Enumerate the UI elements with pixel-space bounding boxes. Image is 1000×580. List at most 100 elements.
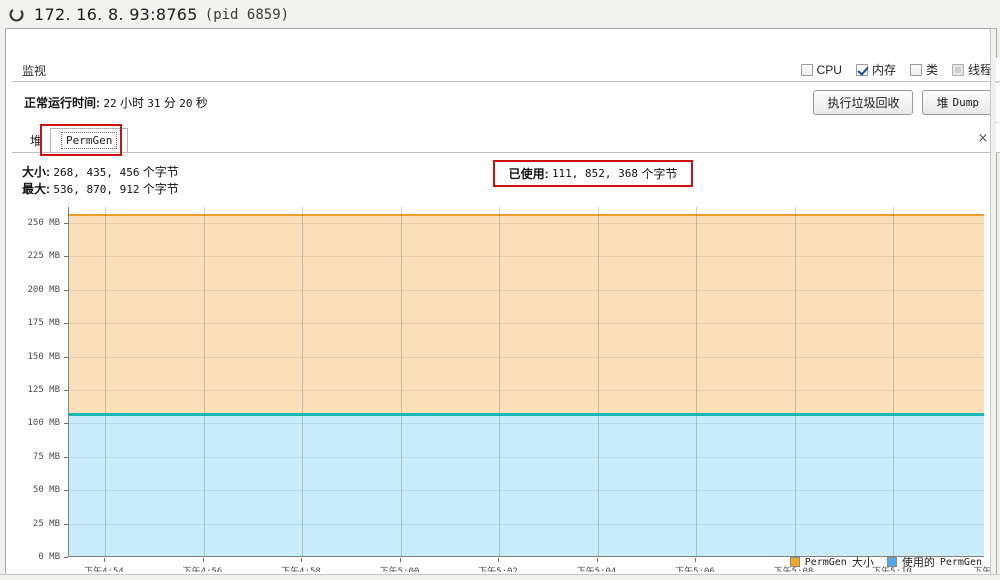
x-axis-tick-mark [498,558,499,562]
title-bar: 172. 16. 8. 93:8765 (pid 6859) [0,0,1000,29]
heap-dump-button[interactable]: 堆 Dump [922,90,993,115]
gridline-horizontal [69,323,984,325]
panel-right-edge [990,29,996,575]
stat-max-label: 最大: [22,182,50,196]
y-axis-tick-mark [64,223,68,225]
action-button-group: 执行垃圾回收 堆 Dump [813,90,993,115]
y-axis-tick-label: 150 MB [27,351,60,362]
memory-chart: 0 MB 25 MB 50 MB 75 MB 100 MB 125 MB 150 MB 175… [13,197,995,572]
y-axis-tick-label: 50 MB [32,485,60,496]
gridline-vertical [105,207,106,556]
y-axis-tick-label: 25 MB [32,518,60,529]
gridline-horizontal [69,223,984,225]
y-axis-tick-label: 175 MB [27,318,60,329]
gridline-vertical [597,207,599,556]
legend-size-name: PermGen [804,556,847,568]
series-permgen-used-line [69,413,984,417]
legend-used-name: PermGen [939,556,982,568]
y-axis-tick-label: 125 MB [27,385,60,395]
stat-max-value: 536, 870, 912 [53,183,140,196]
y-axis-tick-mark [64,356,68,358]
y-axis-tick-mark [64,423,68,425]
tab-permgen[interactable]: PermGen [50,128,129,152]
stat-max-unit: 个字节 [142,182,179,196]
y-axis-tick-mark [64,256,68,258]
gridline-horizontal [69,456,984,458]
checkbox-memory-label: 内存 [871,63,896,77]
monitor-toolbar: 监视 CPU 内存 类 线程 [12,58,1000,82]
uptime-minutes-value: 31 [147,97,161,110]
uptime-text: 正常运行时间: 22 小时 31 分 20 秒 [24,94,208,111]
x-axis-tick-label: 下午4:54 [84,567,124,572]
uptime-label: 正常运行时间: [24,96,100,110]
y-axis-tick-label: 225 MB [27,251,60,262]
checkbox-threads[interactable]: 线程 [951,61,992,78]
x-axis-tick-label: 下午5:00 [379,567,420,572]
x-axis-tick-mark [399,558,401,562]
monitor-window: 172. 16. 8. 93:8765 (pid 6859) 监视 CPU 内存… [0,0,1000,580]
legend-item-used[interactable]: 使用的 PermGen [886,554,982,570]
checkbox-memory[interactable]: 内存 [855,61,896,78]
y-axis-tick-label: 200 MB [27,284,60,295]
perform-gc-button[interactable]: 执行垃圾回收 [813,90,914,115]
y-axis-tick-mark [64,456,68,458]
tab-permgen-label: PermGen [61,132,118,149]
stat-size-value: 268, 435, 456 [53,166,140,179]
process-id-label: (pid 6859) [204,6,290,23]
gridline-vertical [794,207,796,556]
checkbox-cpu-box[interactable] [800,63,813,76]
highlight-box-used: 已使用: 111, 852, 368 个字节 [493,160,693,187]
y-axis-tick-mark [64,289,68,291]
loading-ring-icon [9,6,24,22]
window-bottom-edge [0,574,1000,580]
y-axis-tick-mark [64,557,68,558]
x-axis-tick-label: 下午5:02 [478,567,518,572]
chart-plot-inner [69,207,984,556]
checkbox-classes-box[interactable] [909,63,922,76]
checkbox-memory-box[interactable] [855,63,868,76]
checkbox-threads-box[interactable] [951,63,964,76]
memory-stats: 大小: 268, 435, 456 个字节 最大: 536, 870, 912 … [22,164,179,198]
stat-used-value: 111, 852, 368 [551,167,639,180]
chart-legend: PermGen 大小 使用的 PermGen [789,554,982,570]
checkbox-classes-label: 类 [925,63,938,77]
checkbox-classes[interactable]: 类 [909,61,938,78]
gridline-horizontal [69,356,984,358]
series-permgen-used-area [69,413,984,556]
heap-dump-suffix: Dump [952,96,980,109]
gridline-vertical [203,207,205,556]
stat-size-row: 大小: 268, 435, 456 个字节 [22,164,179,181]
legend-size-suffix: 大小 [851,557,874,569]
gridline-horizontal [69,256,984,258]
y-axis-tick-mark [64,523,68,525]
gridline-horizontal [69,490,984,492]
uptime-hours-unit: 小时 [119,96,144,110]
x-axis-tick-label: 下午5:04 [576,567,617,572]
y-axis-tick-mark [64,490,68,492]
checkbox-cpu-label: CPU [816,62,842,77]
series-permgen-size-line [69,214,984,216]
close-icon[interactable]: × [975,130,991,146]
tab-bar: 堆 PermGen × [12,123,1000,153]
checkbox-cpu[interactable]: CPU [800,62,842,77]
gridline-vertical [696,207,697,556]
monitor-checkbox-group: CPU 内存 类 线程 [800,61,992,78]
y-axis-tick-mark [64,390,68,391]
page-title: 172. 16. 8. 93:8765 [34,5,198,24]
legend-item-size[interactable]: PermGen 大小 [789,554,874,570]
tab-heap[interactable]: 堆 [22,128,50,152]
gridline-vertical [499,207,500,556]
chart-plot-area[interactable] [68,207,984,557]
y-axis-tick-label: 0 MB [38,552,60,562]
checkbox-threads-label: 线程 [967,63,992,77]
perform-gc-label: 执行垃圾回收 [827,96,900,110]
gridline-vertical [302,207,303,556]
gridline-horizontal [69,390,984,391]
uptime-toolbar: 正常运行时间: 22 小时 31 分 20 秒 执行垃圾回收 堆 Dump [12,83,1000,122]
y-axis-tick-label: 250 MB [27,218,60,229]
x-axis-tick-mark [104,558,105,562]
content-panel: 监视 CPU 内存 类 线程 正常运行时间: 22 小时 31 分 20 秒 执… [5,28,1000,575]
y-axis-tick-mark [64,323,68,325]
uptime-seconds-unit: 秒 [195,96,208,110]
legend-swatch-size [789,557,800,567]
